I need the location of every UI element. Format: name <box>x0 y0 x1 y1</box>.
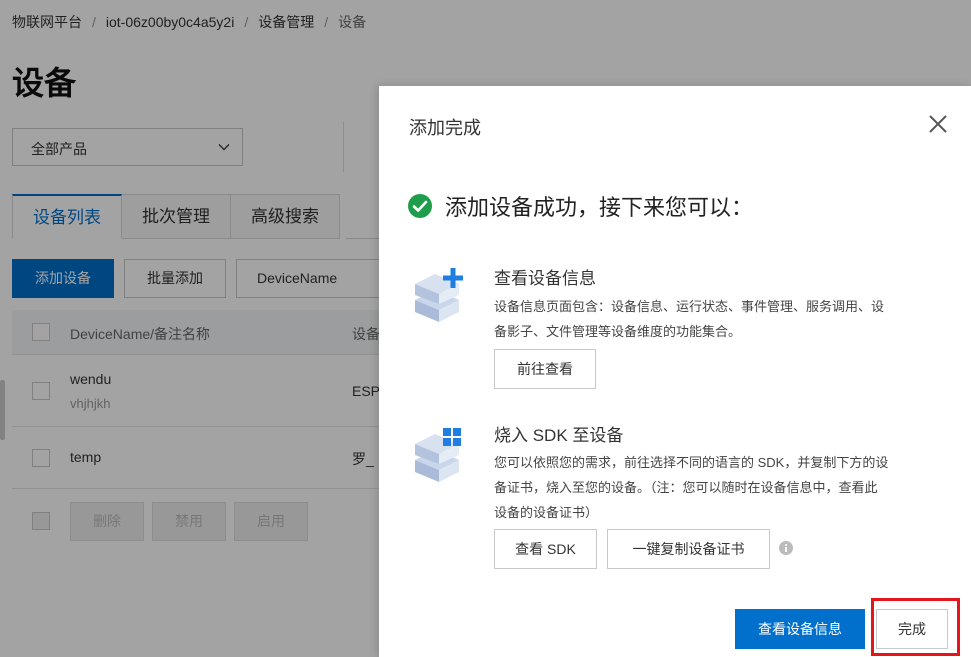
view-device-info-title: 查看设备信息 <box>494 269 596 288</box>
desc-line: 备影子、文件管理等设备维度的功能集合。 <box>494 324 742 339</box>
add-complete-drawer: 添加完成 添加设备成功，接下来您可以： 查看设备信息 设备信息页面包含：设备信息… <box>379 86 971 657</box>
flash-sdk-title: 烧入 SDK 至设备 <box>494 426 624 445</box>
success-text: 添加设备成功，接下来您可以： <box>445 195 754 220</box>
view-device-info-button[interactable]: 查看设备信息 <box>735 609 865 649</box>
desc-line: 您可以依照您的需求，前往选择不同的语言的 SDK，并复制下方的设 <box>494 455 889 470</box>
view-sdk-button[interactable]: 查看 SDK <box>494 529 597 569</box>
view-device-info-desc: 设备信息页面包含：设备信息、运行状态、事件管理、服务调用、设 备影子、文件管理等… <box>494 294 954 344</box>
flash-sdk-desc: 您可以依照您的需求，前往选择不同的语言的 SDK，并复制下方的设 备证书，烧入至… <box>494 450 954 525</box>
info-icon[interactable] <box>779 541 793 555</box>
drawer-title: 添加完成 <box>409 118 481 138</box>
go-view-button[interactable]: 前往查看 <box>494 349 596 389</box>
desc-line: 设备信息页面包含：设备信息、运行状态、事件管理、服务调用、设 <box>494 299 885 314</box>
device-sdk-icon <box>415 428 461 482</box>
close-icon[interactable] <box>927 113 949 135</box>
success-message: 添加设备成功，接下来您可以： <box>407 190 753 222</box>
copy-certificate-button[interactable]: 一键复制设备证书 <box>607 529 770 569</box>
device-add-icon <box>415 268 463 322</box>
desc-line: 设备的设备证书） <box>494 505 599 520</box>
check-circle-icon <box>408 194 432 218</box>
desc-line: 备证书，烧入至您的设备。（注：您可以随时在设备信息中，查看此 <box>494 480 878 495</box>
highlight-box <box>871 598 960 656</box>
